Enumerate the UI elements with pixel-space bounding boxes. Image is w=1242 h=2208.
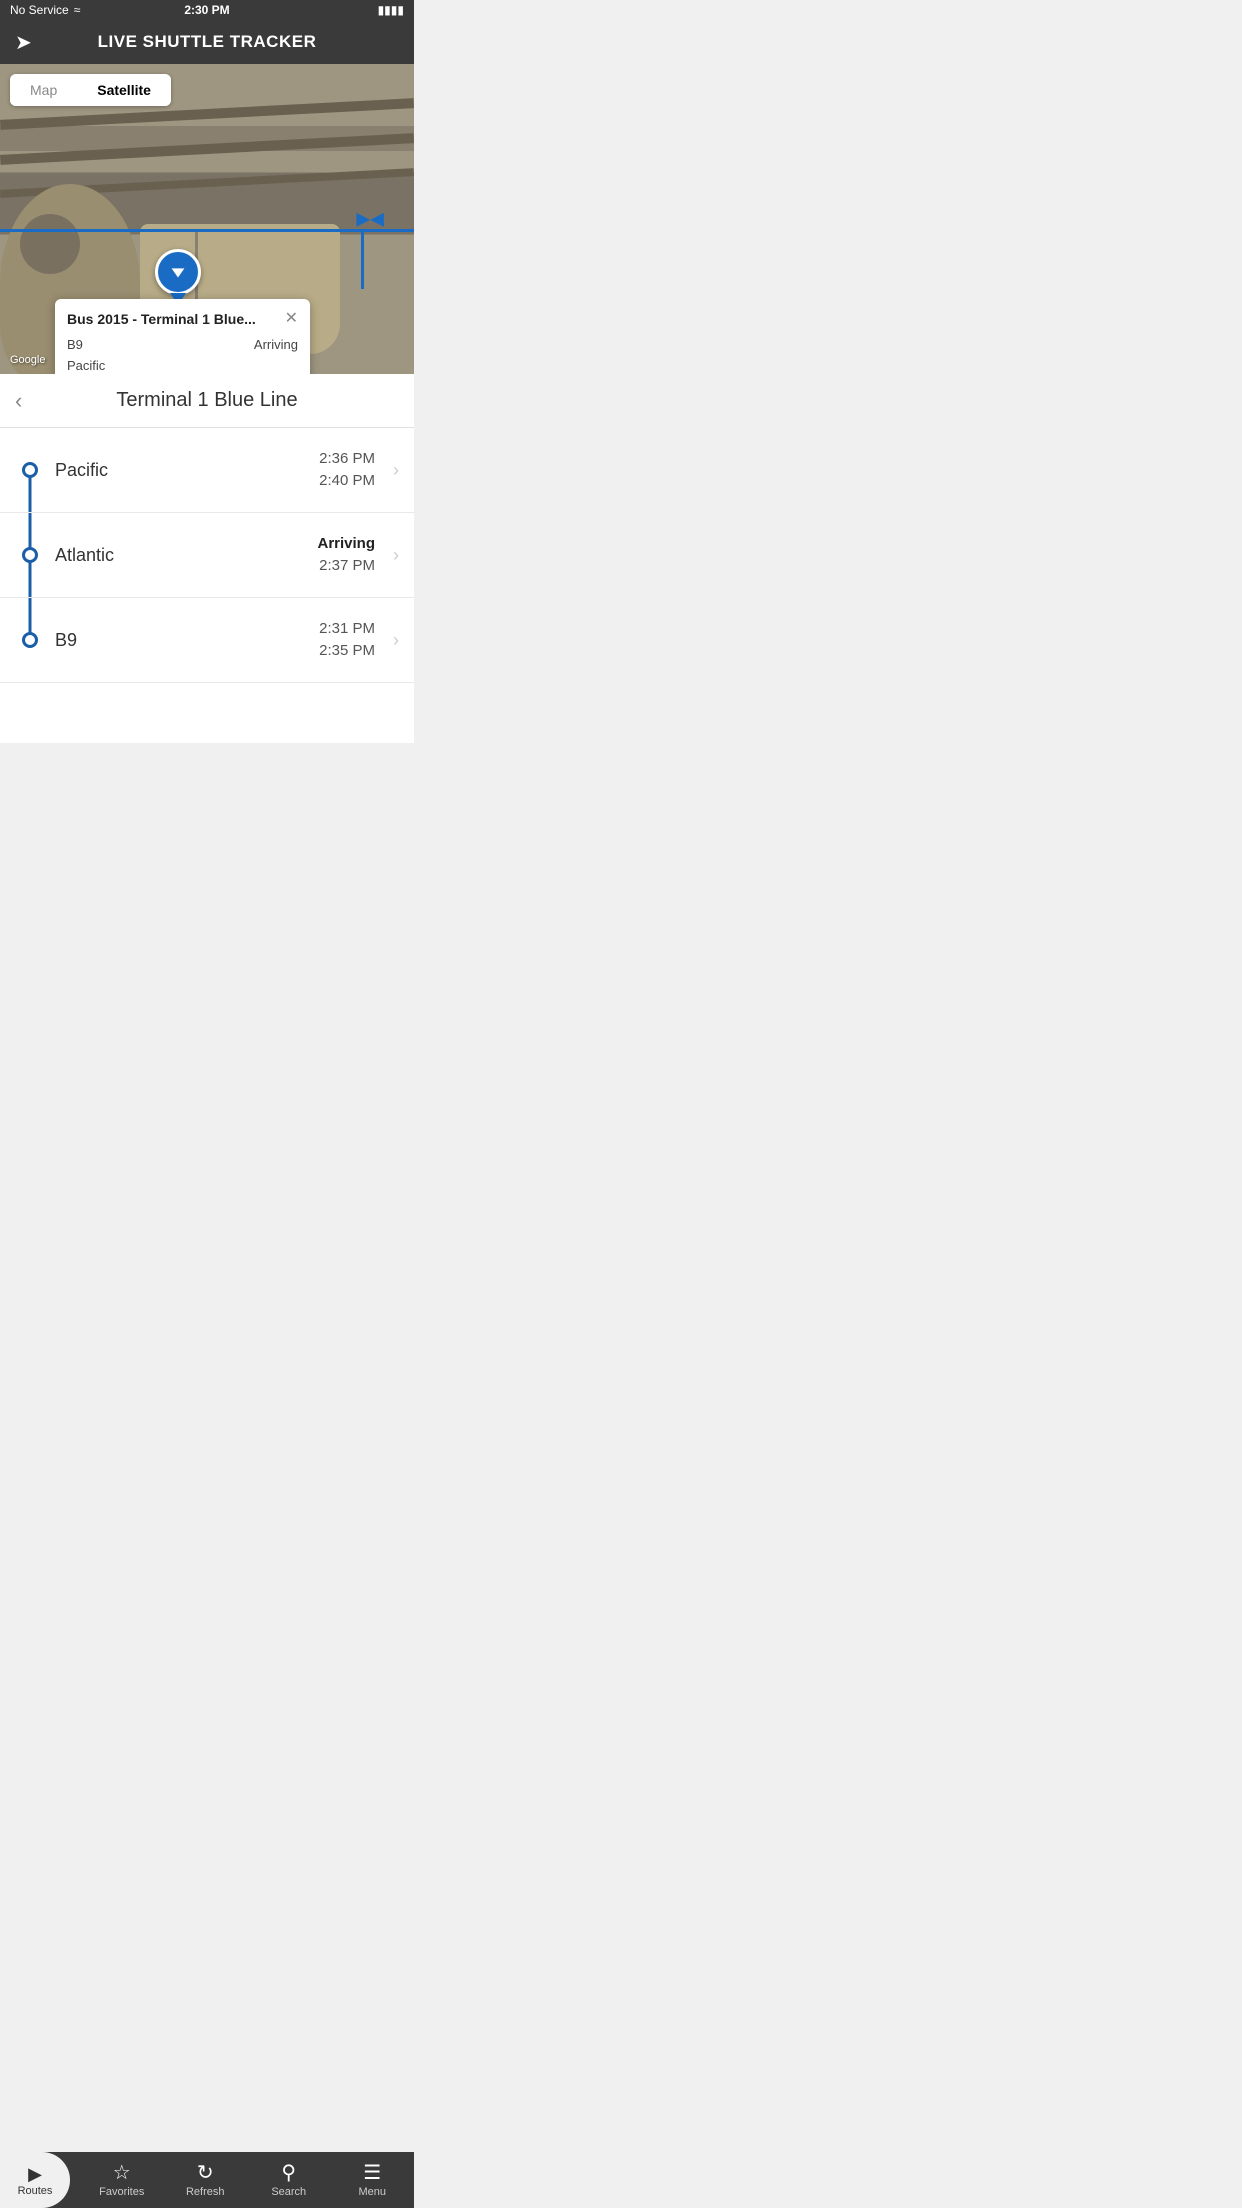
status-right: ▮▮▮▮ [378,3,404,17]
chevron-right-icon: › [393,630,399,651]
routes-label: Routes [18,2185,53,2197]
route-title: Terminal 1 Blue Line [116,389,297,412]
app-header: ➤ LIVE SHUTTLE TRACKER [0,20,414,64]
stop-dot [22,632,38,648]
stop-list: Pacific 2:36 PM 2:40 PM › Atlantic Arriv… [0,428,414,683]
stop-time-2: 2:37 PM [317,555,375,578]
stop-name: B9 [55,630,77,651]
map-button[interactable]: Map [10,74,77,106]
menu-tab[interactable]: ☰ Menu [342,2163,402,2198]
route-header: ‹ Terminal 1 Blue Line [0,374,414,428]
stop-name: Atlantic [55,545,114,566]
stop-content: Atlantic Arriving 2:37 PM [45,533,385,578]
menu-label: Menu [358,2186,386,2198]
chevron-right-icon: › [393,460,399,481]
stop-times: 2:31 PM 2:35 PM [319,618,375,663]
chevron-right-icon: › [393,545,399,566]
route-arrow-icon: ▶◀ [356,209,384,230]
search-label: Search [271,2186,306,2198]
stop-line-container [15,428,45,512]
info-popup: Bus 2015 - Terminal 1 Blue... ✕ B9 Arriv… [55,299,310,374]
navigate-icon: ➤ [15,30,32,55]
refresh-icon: ↻ [197,2163,214,2183]
stop-time-arriving: Arriving [317,533,375,556]
stop-time-1: 2:31 PM [319,618,375,641]
search-tab[interactable]: ⚲ Search [259,2163,319,2198]
bus-marker[interactable] [155,249,201,305]
stop-dot [22,547,38,563]
bottom-spacer [0,683,414,743]
stop-time-2: 2:40 PM [319,470,375,493]
stop-line-container [15,598,45,682]
stop-time-1: 2:36 PM [319,448,375,471]
favorites-label: Favorites [99,2186,144,2198]
stop-item[interactable]: Atlantic Arriving 2:37 PM › [0,513,414,598]
stop-content: B9 2:31 PM 2:35 PM [45,618,385,663]
route-line-vertical [361,229,364,289]
map-container: ▶◀ Map Satellite Bus 2015 - Terminal 1 B… [0,64,414,374]
popup-status: Arriving [254,335,298,356]
close-icon[interactable]: ✕ [285,311,298,327]
map-toggle[interactable]: Map Satellite [10,74,171,106]
tab-items: ☆ Favorites ↻ Refresh ⚲ Search ☰ Menu [80,2163,414,2198]
stop-item[interactable]: Pacific 2:36 PM 2:40 PM › [0,428,414,513]
stop-time-2: 2:35 PM [319,640,375,663]
popup-stop-name: B9 [67,335,83,356]
back-icon[interactable]: ‹ [15,388,22,414]
menu-icon: ☰ [363,2163,381,2183]
stop-dot [22,462,38,478]
route-line [0,229,414,232]
status-bar: No Service ≈ 2:30 PM ▮▮▮▮ [0,0,414,20]
bus-marker-circle [155,249,201,295]
info-popup-header: Bus 2015 - Terminal 1 Blue... ✕ [67,311,298,327]
stop-line-container [15,513,45,597]
status-time: 2:30 PM [184,3,229,17]
app-title: LIVE SHUTTLE TRACKER [98,32,317,52]
content-panel: ‹ Terminal 1 Blue Line Pacific 2:36 PM 2… [0,374,414,743]
status-left: No Service ≈ [10,3,80,17]
google-label: Google [10,354,45,366]
info-popup-row-1: B9 Arriving [67,335,298,356]
stop-content: Pacific 2:36 PM 2:40 PM [45,448,385,493]
refresh-label: Refresh [186,2186,225,2198]
info-popup-row-2: Pacific [67,356,298,374]
stop-times: 2:36 PM 2:40 PM [319,448,375,493]
satellite-button[interactable]: Satellite [77,74,171,106]
routes-tab[interactable]: ▶ Routes [0,2152,70,2208]
info-popup-title[interactable]: Bus 2015 - Terminal 1 Blue... [67,311,256,327]
stop-name: Pacific [55,460,108,481]
routes-icon: ▶ [28,2164,42,2185]
tab-bar: ▶ Routes ☆ Favorites ↻ Refresh ⚲ Search … [0,2152,414,2208]
search-icon: ⚲ [281,2163,296,2183]
stop-item[interactable]: B9 2:31 PM 2:35 PM › [0,598,414,683]
battery-icon: ▮▮▮▮ [378,3,404,17]
favorites-tab[interactable]: ☆ Favorites [92,2163,152,2198]
wifi-icon: ≈ [74,3,81,17]
popup-line-name: Pacific [67,356,105,374]
carrier-text: No Service [10,3,69,17]
bus-marker-icon [167,261,189,283]
star-icon: ☆ [113,2163,131,2183]
tarmac-circle [20,214,80,274]
stop-times: Arriving 2:37 PM [317,533,375,578]
refresh-tab[interactable]: ↻ Refresh [175,2163,235,2198]
